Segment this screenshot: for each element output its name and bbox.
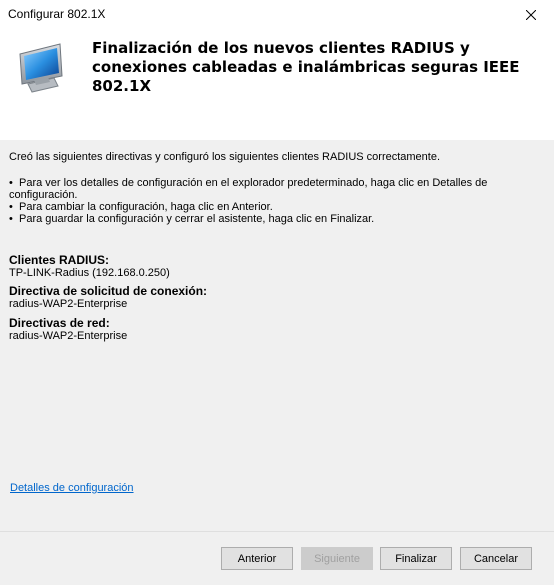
wizard-content: Creó las siguientes directivas y configu… bbox=[0, 140, 554, 530]
section-label: Directiva de solicitud de conexión: bbox=[9, 284, 208, 298]
connection-request-policy-section: Directiva de solicitud de conexión: radi… bbox=[9, 285, 207, 311]
next-button[interactable]: Siguiente bbox=[301, 547, 373, 570]
finish-button[interactable]: Finalizar bbox=[380, 547, 452, 570]
close-button[interactable] bbox=[508, 0, 554, 30]
title-bar: Configurar 802.1X bbox=[0, 0, 554, 30]
wizard-dialog: Configurar 802.1X Finalización de los nu… bbox=[0, 0, 554, 585]
configuration-details-link[interactable]: Detalles de configuración bbox=[10, 482, 134, 494]
radius-clients-section: Clientes RADIUS: TP-LINK-Radius (192.168… bbox=[9, 254, 170, 280]
section-value: radius-WAP2-Enterprise bbox=[9, 298, 128, 310]
close-icon bbox=[526, 10, 536, 20]
section-label: Clientes RADIUS: bbox=[9, 253, 110, 267]
section-label: Directivas de red: bbox=[9, 316, 110, 330]
instructions-list: • Para ver los detalles de configuración … bbox=[9, 177, 554, 225]
list-item: • Para ver los detalles de configuración … bbox=[9, 177, 488, 201]
footer-divider bbox=[0, 531, 554, 532]
intro-text: Creó las siguientes directivas y configu… bbox=[9, 151, 441, 163]
window-title: Configurar 802.1X bbox=[8, 7, 106, 21]
section-value: radius-WAP2-Enterprise bbox=[9, 330, 128, 342]
wizard-header: Finalización de los nuevos clientes RADI… bbox=[0, 30, 554, 140]
back-button[interactable]: Anterior bbox=[221, 547, 293, 570]
list-item: • Para cambiar la configuración, haga cli… bbox=[9, 201, 273, 213]
computer-monitor-icon bbox=[14, 40, 78, 96]
wizard-heading: Finalización de los nuevos clientes RADI… bbox=[92, 39, 520, 95]
section-value: TP-LINK-Radius (192.168.0.250) bbox=[9, 267, 170, 279]
list-item: • Para guardar la configuración y cerrar … bbox=[9, 213, 375, 225]
cancel-button[interactable]: Cancelar bbox=[460, 547, 532, 570]
network-policies-section: Directivas de red: radius-WAP2-Enterpris… bbox=[9, 317, 127, 343]
